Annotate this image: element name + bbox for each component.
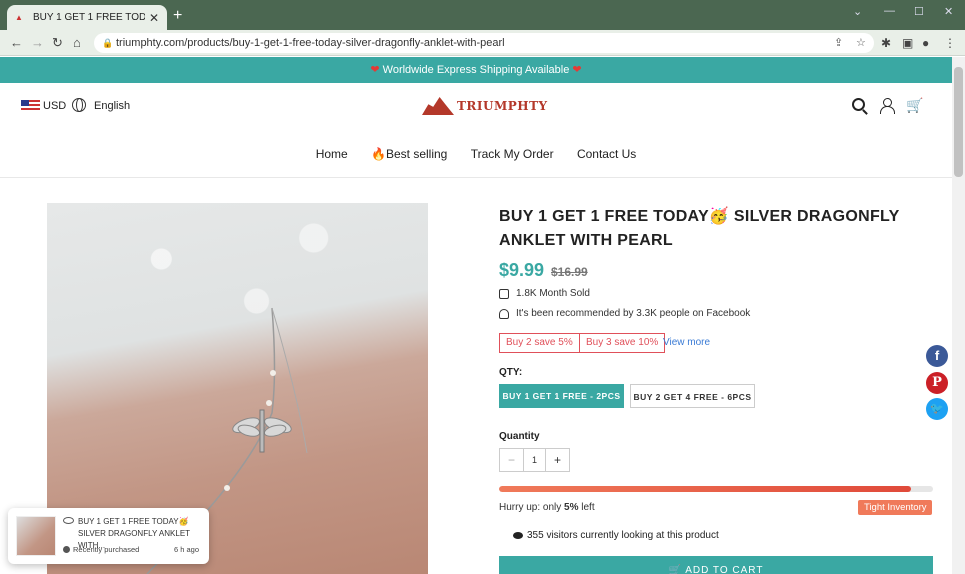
nav-home[interactable]: Home: [316, 147, 348, 161]
favicon-icon: ▲: [15, 12, 23, 22]
option-buy1get1[interactable]: BUY 1 GET 1 FREE - 2PCS: [499, 384, 624, 408]
browser-tab[interactable]: ▲ BUY 1 GET 1 FREE TODAY🥳 SILVE ✕: [7, 5, 167, 30]
nav-track-order[interactable]: Track My Order: [471, 147, 554, 161]
bag-icon: [499, 288, 509, 299]
sold-count-row: 1.8K Month Sold: [499, 288, 590, 299]
reload-icon[interactable]: ↻: [52, 35, 63, 51]
close-tab-icon[interactable]: ✕: [149, 11, 159, 25]
tab-search-icon[interactable]: ⌄: [853, 5, 862, 18]
product-title: BUY 1 GET 1 FREE TODAY🥳 SILVER DRAGONFLY…: [499, 208, 900, 249]
facebook-share-icon[interactable]: f: [926, 345, 948, 367]
menu-icon[interactable]: ⋮: [944, 36, 956, 50]
visitors-text: 355 visitors currently looking at this p…: [527, 530, 719, 541]
forward-icon[interactable]: →: [31, 35, 44, 50]
main-nav: Home 🔥Best selling Track My Order Contac…: [0, 147, 952, 161]
url-field[interactable]: 🔒 triumphty.com/products/buy-1-get-1-fre…: [94, 33, 874, 53]
address-bar-row: ← → ↻ ⌂ 🔒 triumphty.com/products/buy-1-g…: [0, 30, 965, 56]
popup-status-text: Recently purchased: [73, 545, 140, 554]
account-icon[interactable]: [880, 98, 895, 114]
globe-icon[interactable]: [72, 98, 86, 112]
url-text: triumphty.com/products/buy-1-get-1-free-…: [116, 37, 505, 49]
lock-icon: 🔒: [102, 38, 114, 48]
logo-text: TRIUMPHTY: [457, 99, 548, 113]
increase-button[interactable]: +: [546, 449, 569, 471]
sidepanel-icon[interactable]: ▣: [902, 36, 913, 50]
back-icon[interactable]: ←: [10, 35, 23, 50]
heart-icon: ❤: [572, 64, 582, 76]
discount-badge: Buy 2 save 5%: [499, 333, 580, 353]
new-tab-icon[interactable]: +: [173, 7, 182, 25]
hurry-label: Hurry up: only: [499, 502, 562, 513]
recommended-text: It's been recommended by 3.3K people on …: [516, 308, 751, 319]
popup-product-thumbnail: [16, 516, 56, 556]
quantity-stepper: − 1 +: [499, 448, 570, 472]
option-buy2get4[interactable]: BUY 2 GET 4 FREE - 6PCS: [630, 384, 755, 408]
recent-purchase-popup[interactable]: BUY 1 GET 1 FREE TODAY🥳 SILVER DRAGONFLY…: [8, 508, 209, 564]
page-scrollbar[interactable]: [952, 57, 965, 574]
search-icon[interactable]: [852, 98, 865, 111]
language-selector[interactable]: English: [94, 100, 130, 112]
minimize-icon[interactable]: —: [884, 5, 895, 17]
quantity-input[interactable]: 1: [523, 449, 546, 471]
nav-best-selling[interactable]: 🔥Best selling: [371, 147, 447, 161]
site-header: USD English TRIUMPHTY 🛒 Home 🔥Best selli…: [0, 83, 952, 178]
hurry-suffix: left: [581, 502, 595, 513]
stock-progress-bar: [499, 486, 933, 492]
site-logo[interactable]: TRIUMPHTY: [422, 94, 548, 118]
hurry-percent: 5%: [564, 502, 579, 513]
home-icon[interactable]: ⌂: [73, 35, 81, 50]
announcement-text: Worldwide Express Shipping Available: [382, 64, 570, 76]
extensions-icon[interactable]: ✱: [881, 36, 891, 50]
inventory-badge: Tight Inventory: [858, 500, 933, 515]
add-to-cart-button[interactable]: 🛒 ADD TO CART: [499, 556, 933, 574]
nav-contact[interactable]: Contact Us: [577, 147, 636, 161]
us-flag-icon[interactable]: [21, 100, 40, 112]
logo-mark-icon: [422, 97, 454, 115]
hurry-text: Hurry up: only 5% left: [499, 502, 595, 513]
sold-count: 1.8K Month Sold: [516, 288, 590, 299]
view-more-link[interactable]: View more: [663, 337, 710, 348]
browser-tab-bar: ▲ BUY 1 GET 1 FREE TODAY🥳 SILVE ✕ + ⌄ — …: [0, 0, 965, 30]
heart-icon: ❤: [370, 64, 380, 76]
announcement-bar: ❤ Worldwide Express Shipping Available ❤: [0, 57, 952, 83]
popup-status: Recently purchased: [63, 545, 139, 554]
visitors-row: 355 visitors currently looking at this p…: [513, 530, 719, 541]
add-to-cart-label: ADD TO CART: [685, 565, 764, 574]
twitter-share-icon[interactable]: 🐦: [926, 398, 948, 420]
discount-badge: Buy 3 save 10%: [579, 333, 666, 353]
cart-icon: 🛒: [668, 565, 682, 574]
product-price: $9.99: [499, 260, 545, 280]
currency-selector[interactable]: USD: [43, 100, 66, 112]
close-window-icon[interactable]: ✕: [944, 5, 953, 18]
popup-time: 6 h ago: [174, 545, 200, 554]
qty-option-label: QTY:: [499, 367, 523, 378]
scrollbar-thumb[interactable]: [954, 67, 963, 177]
eye-icon: [63, 517, 74, 524]
decrease-button[interactable]: −: [500, 449, 523, 471]
maximize-icon[interactable]: ☐: [914, 5, 924, 18]
share-icon[interactable]: ⇪: [834, 33, 843, 53]
compare-price: $16.99: [551, 265, 588, 279]
quantity-label: Quantity: [499, 431, 540, 442]
tab-title: BUY 1 GET 1 FREE TODAY🥳 SILVE: [33, 12, 145, 23]
bookmark-star-icon[interactable]: ☆: [856, 33, 866, 53]
cart-icon[interactable]: 🛒: [906, 97, 923, 114]
recommended-row: It's been recommended by 3.3K people on …: [499, 308, 750, 319]
check-icon: [63, 546, 70, 553]
profile-icon[interactable]: ●: [922, 36, 929, 50]
eye-icon: [513, 532, 523, 539]
stock-progress-fill: [499, 486, 912, 492]
thumbs-up-icon: [499, 308, 509, 319]
pinterest-share-icon[interactable]: P: [926, 372, 948, 394]
